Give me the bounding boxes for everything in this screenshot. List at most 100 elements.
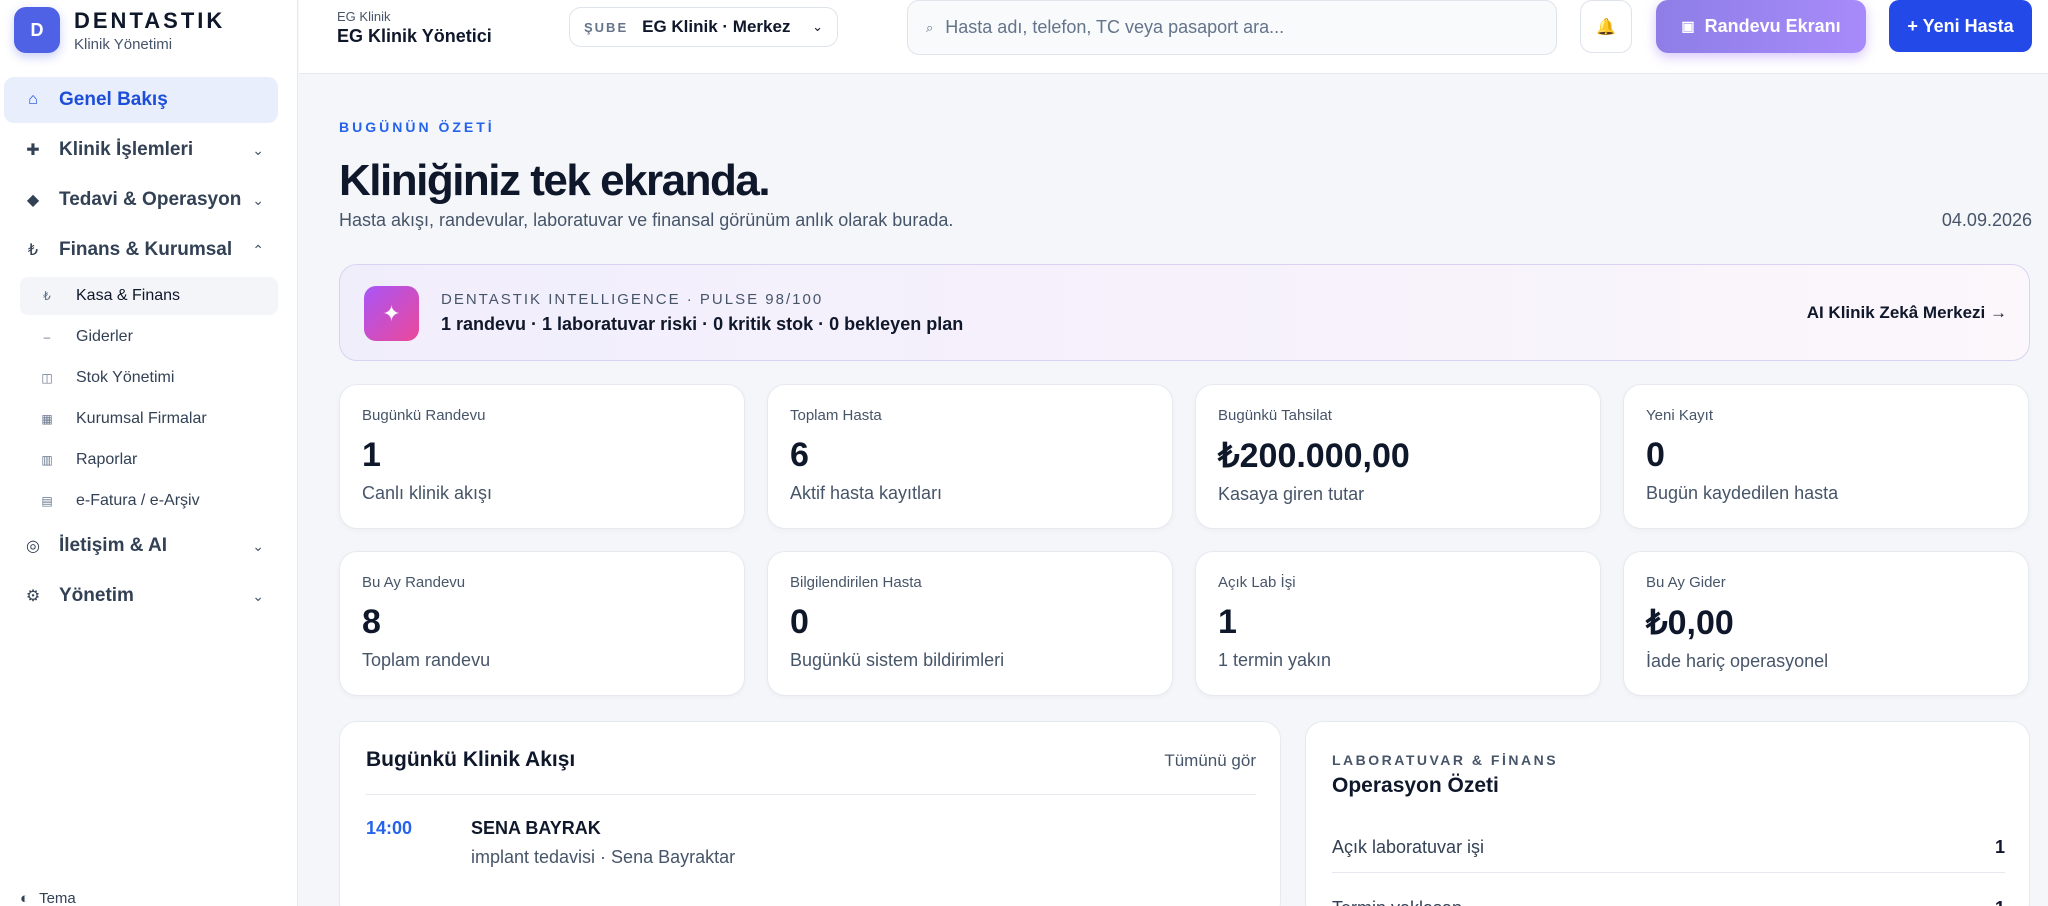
stat-label: Açık Lab İşi [1218,574,1296,591]
stat-value: 1 [362,436,381,474]
sidebar-subitem-label: Stok Yönetimi [76,369,175,386]
stat-sub: 1 termin yakın [1218,650,1332,670]
stat-label: Bu Ay Randevu [362,574,466,591]
stat-sub: Aktif hasta kayıtları [790,483,943,503]
topbar: EG Klinik EG Klinik Yönetici ŞUBE EG Kli… [299,0,2048,74]
search-input[interactable] [945,17,1526,38]
divider [366,794,1256,795]
stat-card-bu-ay-randevu[interactable]: Bu Ay Randevu 8 Toplam randevu [339,551,745,696]
sidebar-item-label: Klinik İşlemleri [59,139,194,160]
chevron-down-icon: ⌄ [252,141,264,158]
stat-card-toplam-hasta[interactable]: Toplam Hasta 6 Aktif hasta kayıtları [767,384,1173,529]
page-subtitle: Hasta akışı, randevular, laboratuvar ve … [339,210,954,230]
bell-icon: 🔔 [1596,18,1616,36]
brand-logo[interactable]: D [14,7,60,53]
sidebar-subitem-giderler[interactable]: – Giderler [20,318,278,356]
ops-row-value: 1 [1994,837,2005,857]
search-icon: ⌕ [926,19,934,35]
ops-row-value: 1 [1995,898,2005,906]
stat-value: 1 [1218,603,1237,641]
appointment-info: SENA BAYRAK implant tedavisi · Sena Bayr… [471,818,735,868]
screen-icon: ▣ [1681,18,1695,34]
report-icon: ▥ [41,453,53,467]
chevron-down-icon: ⌄ [252,537,264,554]
stat-sub: Kasaya giren tutar [1218,484,1365,504]
ai-pulse-banner: ✦ DENTASTIK INTELLIGENCE · PULSE 98/100 … [339,264,2030,361]
flow-title: Bugünkü Klinik Akışı [366,748,576,771]
ai-summary: 1 randevu · 1 laboratuvar riski · 0 krit… [441,314,964,334]
search-box[interactable]: ⌕ [907,0,1557,55]
stat-card-bu-ay-gider[interactable]: Bu Ay Gider ₺0,00 İade hariç operasyonel [1623,551,2029,696]
ops-row-label: Açık laboratuvar işi [1332,837,1485,857]
sidebar-subitem-label: Kasa & Finans [76,287,181,304]
sidebar-subitem-raporlar[interactable]: ▥ Raporlar [20,441,278,479]
sidebar-item-label: Finans & Kurumsal [59,239,233,260]
sidebar-item-yonetim[interactable]: ⚙ Yönetim ⌄ [4,573,278,619]
see-all-link[interactable]: Tümünü gör [1164,751,1256,771]
appointment-row[interactable]: 14:00 SENA BAYRAK implant tedavisi · Sen… [366,818,735,868]
ops-eyebrow: LABORATUVAR & FİNANS [1332,752,1559,768]
chat-icon: ◎ [26,538,40,555]
new-patient-button[interactable]: + Yeni Hasta [1889,0,2032,52]
ops-row-open-lab[interactable]: Açık laboratuvar işi 1 [1332,823,2005,873]
theme-label: Tema [39,890,76,906]
sidebar-subitem-label: Kurumsal Firmalar [76,410,207,427]
minus-icon: – [43,330,51,344]
stat-card-yeni-kayit[interactable]: Yeni Kayıt 0 Bugün kaydedilen hasta [1623,384,2029,529]
clinic-role: EG Klinik Yönetici [337,26,492,46]
ai-eyebrow: DENTASTIK INTELLIGENCE · PULSE 98/100 [441,291,824,308]
stat-value: 8 [362,603,381,641]
home-icon: ⌂ [28,91,38,108]
notifications-button[interactable]: 🔔 [1580,0,1632,53]
randevu-screen-button[interactable]: ▣ Randevu Ekranı [1656,0,1866,53]
sidebar-item-klinik-islemleri[interactable]: ✚ Klinik İşlemleri ⌄ [4,127,278,173]
appointment-time: 14:00 [366,818,413,838]
stat-sub: Toplam randevu [362,650,491,670]
sidebar-subitem-stok-yonetimi[interactable]: ◫ Stok Yönetimi [20,359,278,397]
ops-row-label: Termin yaklaşan [1332,898,1462,906]
stat-value: ₺0,00 [1646,604,1734,642]
sidebar-subitem-kasa-finans[interactable]: ₺ Kasa & Finans [20,277,278,315]
finance-submenu: ₺ Kasa & Finans – Giderler ◫ Stok Yöneti… [4,277,278,520]
ops-title: Operasyon Özeti [1332,774,1499,797]
branch-value: EG Klinik · Merkez [642,17,791,36]
sidebar-item-finans-kurumsal[interactable]: ₺ Finans & Kurumsal ⌃ [4,227,278,273]
appointment-detail: implant tedavisi · Sena Bayraktar [471,847,736,867]
stat-card-bugunku-tahsilat[interactable]: Bugünkü Tahsilat ₺200.000,00 Kasaya gire… [1195,384,1601,529]
stat-label: Yeni Kayıt [1646,407,1713,424]
sidebar: D DENTASTIK Klinik Yönetimi ⌂ Genel Bakı… [0,0,298,906]
stat-label: Bugünkü Tahsilat [1218,407,1332,424]
theme-toggle[interactable]: ◐ Tema [20,890,76,906]
building-icon: ▦ [41,412,53,426]
lira-icon: ₺ [27,242,39,259]
sidebar-item-iletisim-ai[interactable]: ◎ İletişim & AI ⌄ [4,523,278,569]
lira-icon: ₺ [43,289,51,303]
brand[interactable]: D DENTASTIK Klinik Yönetimi [0,0,297,60]
chevron-down-icon: ⌄ [252,191,264,208]
brand-subtitle: Klinik Yönetimi [74,35,173,53]
sidebar-item-tedavi-operasyon[interactable]: ◆ Tedavi & Operasyon ⌄ [4,177,278,223]
sidebar-subitem-label: e-Fatura / e-Arşiv [76,492,200,509]
sidebar-item-label: Yönetim [59,585,134,606]
ai-center-link[interactable]: AI Klinik Zekâ Merkezi → [1807,303,2007,323]
half-moon-icon: ◐ [20,890,30,906]
sidebar-item-label: İletişim & AI [59,535,168,556]
operations-summary-panel: LABORATUVAR & FİNANS Operasyon Özeti Açı… [1305,721,2030,906]
sidebar-subitem-e-fatura[interactable]: ▤ e-Fatura / e-Arşiv [20,482,278,520]
ops-row-deadline[interactable]: Termin yaklaşan 1 [1332,884,2005,906]
branch-select[interactable]: ŞUBE EG Klinik · Merkez ⌄ [569,7,838,47]
sidebar-subitem-kurumsal-firmalar[interactable]: ▦ Kurumsal Firmalar [20,400,278,438]
chevron-down-icon: ⌄ [812,19,823,34]
plus-icon: ✚ [26,142,40,159]
chevron-down-icon: ⌄ [252,587,264,604]
brand-text: DENTASTIK Klinik Yönetimi [74,8,225,53]
stat-card-acik-lab-isi[interactable]: Açık Lab İşi 1 1 termin yakın [1195,551,1601,696]
stat-sub: Bugün kaydedilen hasta [1646,483,1839,503]
stat-value: 0 [790,603,809,641]
sidebar-item-genel-bakis[interactable]: ⌂ Genel Bakış [4,77,278,123]
stat-value: 0 [1646,436,1665,474]
stat-card-bilgilendirilen-hasta[interactable]: Bilgilendirilen Hasta 0 Bugünkü sistem b… [767,551,1173,696]
chevron-up-icon: ⌃ [252,241,264,258]
stat-sub: Bugünkü sistem bildirimleri [790,650,1005,670]
stat-card-bugunku-randevu[interactable]: Bugünkü Randevu 1 Canlı klinik akışı [339,384,745,529]
